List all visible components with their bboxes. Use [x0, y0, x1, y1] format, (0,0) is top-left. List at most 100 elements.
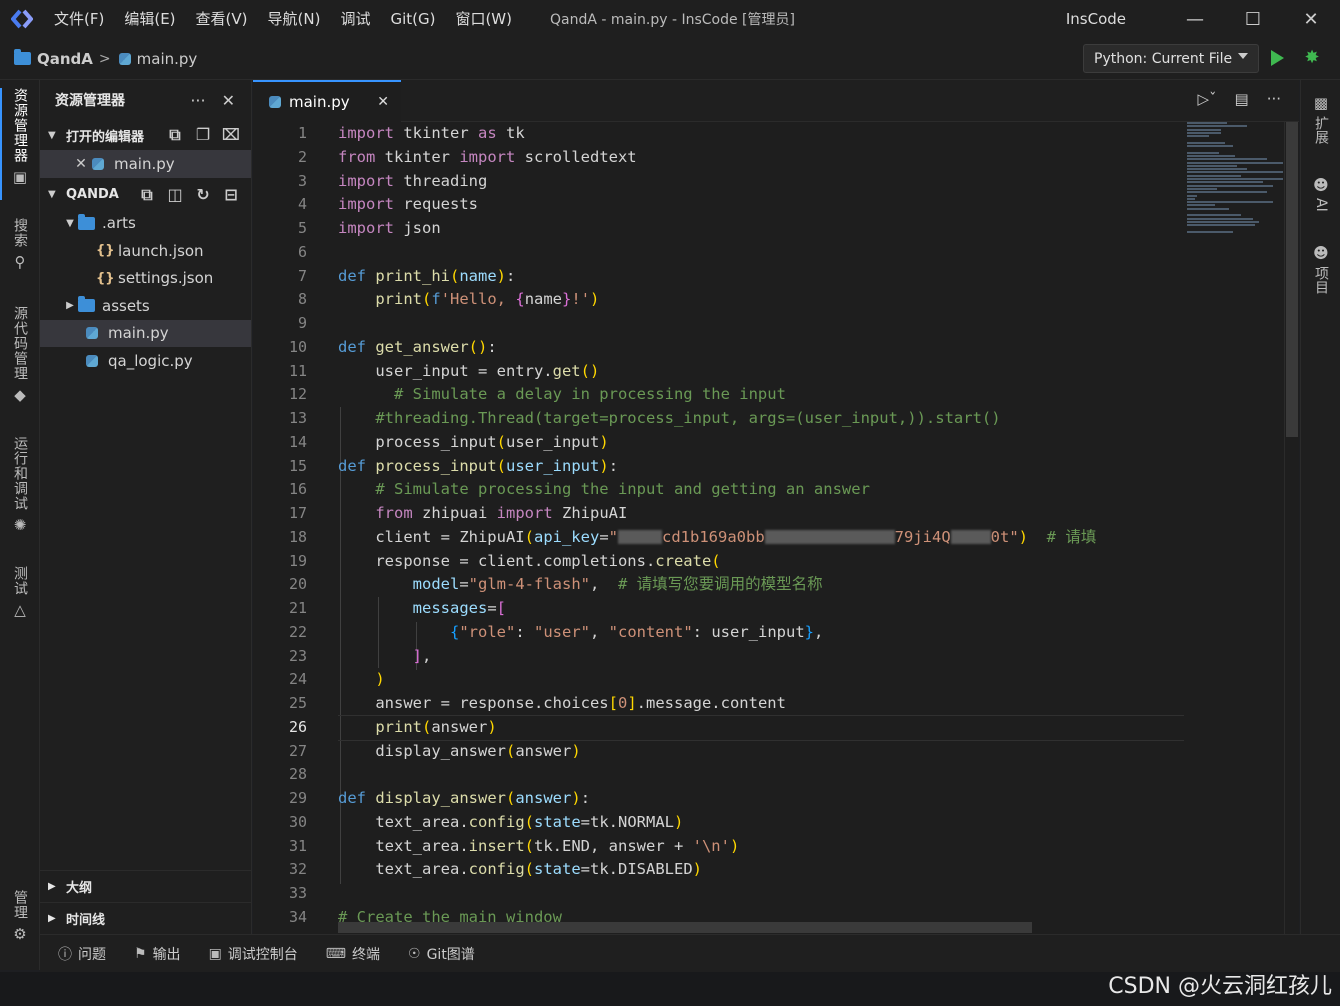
tree-folder-arts[interactable]: ▼ .arts [40, 210, 251, 238]
refresh-icon[interactable]: ↻ [193, 185, 213, 205]
run-file-icon[interactable]: ▷ˇ [1197, 90, 1216, 108]
line-number: 26 [288, 717, 307, 736]
close-icon[interactable]: ✕ [70, 156, 92, 172]
line-number: 6 [297, 242, 307, 261]
chevron-right-icon: > [98, 50, 111, 67]
maximize-icon[interactable]: ☐ [1224, 0, 1282, 38]
right-project[interactable]: ☻ 项目 [1301, 244, 1340, 294]
right-extensions[interactable]: ▩ 扩展 [1301, 94, 1340, 144]
code-line: import tkinter as tk [338, 124, 525, 142]
line-number: 13 [288, 409, 307, 427]
activity-explorer[interactable]: 资源管理器 ▣ [0, 88, 40, 200]
activity-test[interactable]: 测试 △ [0, 566, 40, 618]
scrollbar-thumb[interactable] [1286, 122, 1298, 437]
activity-manage[interactable]: 管理 ⚙ [0, 890, 40, 942]
menu-view[interactable]: 查看(V) [186, 0, 258, 38]
minimap-line [1187, 158, 1267, 161]
file-explorer-icon: ▣ [12, 168, 28, 186]
code-line: response = client.completions.create( [338, 551, 721, 570]
close-sidebar-icon[interactable]: ✕ [222, 91, 235, 110]
menu-file[interactable]: 文件(F) [44, 0, 114, 38]
flask-icon: △ [14, 601, 26, 619]
line-number: 27 [288, 741, 307, 760]
timeline-section[interactable]: ▶ 时间线 [40, 902, 252, 934]
close-all-icon[interactable]: ⌧ [221, 125, 241, 145]
close-icon[interactable]: ✕ [377, 94, 389, 110]
minimap-line [1187, 171, 1283, 174]
code-line: text_area.insert(tk.END, answer + '\n') [338, 836, 740, 855]
split-editor-icon[interactable]: ▤ [1235, 90, 1249, 108]
panel-tab-git-graph[interactable]: ☉ Git图谱 [408, 944, 475, 964]
minimap-line [1187, 131, 1221, 134]
line-number: 8 [297, 290, 307, 309]
debug-console-icon: ▣ [208, 945, 222, 962]
vertical-scrollbar[interactable] [1284, 122, 1298, 934]
app-logo-icon [0, 0, 44, 38]
tree-file-settings[interactable]: {} settings.json [40, 265, 251, 293]
minimap-line [1187, 187, 1217, 190]
panel-tabs: ⓘ 问题 ⚑ 输出 ▣ 调试控制台 ⌨ 终端 ☉ Git图谱 [40, 934, 1340, 972]
menu-window[interactable]: 窗口(W) [445, 0, 522, 38]
menu-debug[interactable]: 调试 [330, 0, 380, 38]
json-file-icon: {} [96, 243, 115, 259]
code-line-current: print(answer) [338, 714, 1184, 741]
minimap-line [1187, 184, 1273, 187]
run-config-select[interactable]: Python: Current File [1083, 44, 1259, 73]
explorer-sidebar: 资源管理器 ··· ✕ ▼ 打开的编辑器 ⧉ ❐ ⌧ ✕ main.py ▼ Q… [40, 80, 252, 934]
code-line: ) [375, 670, 385, 689]
panel-tab-output[interactable]: ⚑ 输出 [134, 944, 181, 964]
code-line: from tkinter import scrolledtext [338, 147, 637, 166]
collapse-all-icon[interactable]: ⊟ [221, 185, 241, 205]
panel-tab-terminal[interactable]: ⌨ 终端 [326, 944, 380, 964]
code-line: {"role": "user", "content": user_input}, [449, 622, 824, 641]
activity-source-control[interactable]: 源代码管理 ◆ [0, 306, 40, 403]
save-all-icon[interactable]: ❐ [193, 125, 213, 145]
minimap-line [1187, 178, 1283, 181]
puzzle-icon: ▩ [1313, 94, 1329, 112]
code-line: from zhipuai import ZhipuAI [375, 504, 628, 522]
project-section[interactable]: ▼ QANDA ⧉ ◫ ↻ ⊟ [40, 180, 251, 210]
activity-search[interactable]: 搜索 ⚲ [0, 218, 40, 270]
outline-section[interactable]: ▶ 大纲 [40, 870, 252, 902]
new-file-icon[interactable]: ⧉ [137, 185, 157, 205]
code-editor[interactable]: 1 2 3 4 5 6 7 8 9 10 11 12 13 14 15 16 17 18 19 20 21 22 23 24 2… [253, 122, 1299, 934]
minimap[interactable] [1187, 122, 1283, 233]
menu-navigate[interactable]: 导航(N) [258, 0, 331, 38]
activity-run-debug[interactable]: 运行和调试 ✺ [0, 436, 40, 533]
minimap-line [1187, 151, 1219, 154]
new-file-icon[interactable]: ⧉ [165, 125, 185, 145]
line-number: 28 [288, 765, 307, 784]
menu-edit[interactable]: 编辑(E) [114, 0, 185, 38]
chevron-right-icon: ▶ [48, 913, 56, 924]
close-window-icon[interactable]: ✕ [1282, 0, 1340, 38]
more-actions-icon[interactable]: ··· [1267, 90, 1281, 108]
run-icon[interactable] [1271, 50, 1284, 66]
horizontal-scrollbar[interactable] [338, 922, 1032, 933]
minimize-icon[interactable]: — [1166, 0, 1224, 38]
right-ai[interactable]: ☻ AI [1301, 176, 1340, 212]
watermark: CSDN @火云洞红孩儿 [1108, 974, 1332, 999]
debug-run-icon[interactable]: ✸ [1301, 47, 1323, 69]
panel-tab-debug-console[interactable]: ▣ 调试控制台 [209, 944, 298, 964]
tab-main-py[interactable]: main.py ✕ [253, 80, 401, 122]
minimap-line [1187, 141, 1225, 144]
new-folder-icon[interactable]: ◫ [165, 185, 185, 205]
tree-file-qa-logic[interactable]: qa_logic.py [40, 347, 251, 375]
line-number: 18 [288, 527, 307, 546]
panel-tab-problems[interactable]: ⓘ 问题 [58, 944, 106, 964]
code-line: client = ZhipuAI(api_key=" cd1b169a0bb 79j… [338, 527, 1097, 546]
breadcrumb-file[interactable]: main.py [118, 50, 197, 68]
more-actions-icon[interactable]: ··· [190, 91, 205, 110]
code-area[interactable]: import tkinter as tk from tkinter import… [338, 122, 1184, 930]
minimap-line [1187, 201, 1273, 204]
code-line: display_answer(answer) [338, 741, 581, 760]
tree-file-main[interactable]: main.py [40, 319, 251, 347]
menu-git[interactable]: Git(G) [380, 0, 445, 38]
line-number: 21 [288, 599, 307, 617]
open-editor-item[interactable]: ✕ main.py [40, 150, 251, 178]
tree-file-launch[interactable]: {} launch.json [40, 237, 251, 265]
tree-folder-assets[interactable]: ▶ assets [40, 292, 251, 320]
open-editors-section[interactable]: ▼ 打开的编辑器 ⧉ ❐ ⌧ [40, 120, 251, 150]
breadcrumb-project[interactable]: QandA [14, 49, 93, 68]
